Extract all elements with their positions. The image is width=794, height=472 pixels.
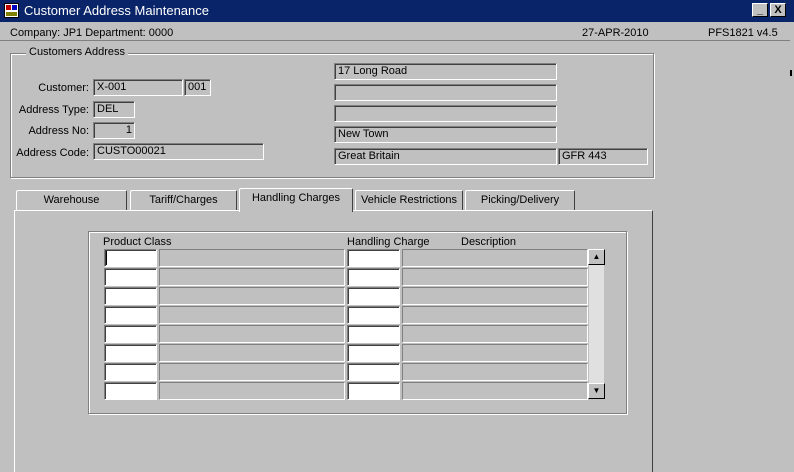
tab-vehicle-restrictions[interactable]: Vehicle Restrictions: [355, 190, 463, 211]
country-field[interactable]: Great Britain: [334, 148, 557, 165]
tab-handling-charges[interactable]: Handling Charges: [239, 188, 353, 212]
tab-tariff-charges[interactable]: Tariff/Charges: [130, 190, 237, 211]
minimize-button[interactable]: _: [752, 3, 768, 17]
window-title: Customer Address Maintenance: [24, 3, 209, 18]
address-no-label: Address No:: [28, 125, 89, 137]
address-code-field[interactable]: CUSTO00021: [93, 143, 264, 160]
address-line-4-field[interactable]: New Town: [334, 126, 557, 143]
tab-warehouse[interactable]: Warehouse: [16, 190, 127, 211]
address-line-1-field[interactable]: 17 Long Road: [334, 63, 557, 80]
close-button[interactable]: X: [770, 3, 786, 17]
customer-field[interactable]: X-001: [93, 79, 183, 96]
postcode-field[interactable]: GFR 443: [558, 148, 648, 165]
address-type-label: Address Type:: [18, 104, 89, 116]
address-code-label: Address Code:: [16, 147, 89, 159]
company-department: Company: JP1 Department: 0000: [10, 27, 174, 39]
address-type-field[interactable]: DEL: [93, 101, 135, 118]
group-title: Customers Address: [26, 46, 128, 58]
customer-label: Customer:: [38, 82, 89, 94]
customer-suffix-field[interactable]: 001: [184, 79, 211, 96]
address-line-3-field[interactable]: [334, 105, 557, 122]
program-version: PFS1821 v4.5: [708, 27, 778, 39]
tab-picking-delivery[interactable]: Picking/Delivery: [465, 190, 575, 211]
current-date: 27-APR-2010: [582, 27, 649, 39]
tab-panel: [14, 210, 653, 472]
app-icon[interactable]: [4, 3, 19, 18]
address-no-field[interactable]: 1: [93, 122, 135, 139]
window-edge-mark: [790, 70, 792, 76]
address-line-2-field[interactable]: [334, 84, 557, 101]
